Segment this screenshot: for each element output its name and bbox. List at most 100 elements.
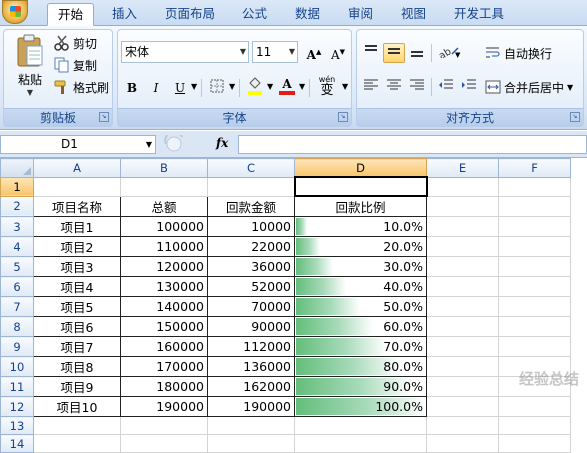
tab-page-layout[interactable]: 页面布局 [155,3,225,26]
cell-c[interactable] [207,434,295,453]
cell-c[interactable]: 52000 [207,276,295,297]
row-header[interactable]: 5 [0,256,34,277]
cell-e[interactable] [426,356,499,377]
cell-a[interactable]: 项目1 [33,216,121,237]
cell-b[interactable] [120,434,208,453]
column-header-e[interactable]: E [426,158,499,178]
increase-indent-button[interactable] [458,77,480,97]
row-header[interactable]: 12 [0,396,34,417]
underline-dropdown-icon[interactable]: ▼ [191,82,197,91]
dialog-launcher-icon[interactable]: ↘ [99,112,109,122]
font-color-button[interactable]: A [276,76,298,96]
cell-d[interactable]: 80.0% [294,356,427,377]
cell-a[interactable]: 项目10 [33,396,121,417]
cell-a[interactable] [33,434,121,453]
align-bottom-button[interactable] [406,43,428,63]
orientation-button[interactable]: ab ▼ [435,43,465,63]
cell-b[interactable] [120,416,208,435]
tab-insert[interactable]: 插入 [102,3,147,26]
cell-d[interactable]: 20.0% [294,236,427,257]
tab-data[interactable]: 数据 [285,3,330,26]
cell-d[interactable]: 40.0% [294,276,427,297]
cut-button[interactable]: 剪切 [54,33,97,53]
cell-f[interactable] [498,416,571,435]
cell-a[interactable]: 项目2 [33,236,121,257]
italic-button[interactable]: I [145,78,167,98]
align-center-button[interactable] [383,77,405,97]
wrap-text-button[interactable]: 自动换行 [485,43,552,63]
cell-b[interactable]: 110000 [120,236,208,257]
cell-a[interactable]: 项目5 [33,296,121,317]
copy-button[interactable]: 复制 [54,55,97,75]
font-name-combo[interactable]: 宋体 ▼ [121,41,249,63]
underline-button[interactable]: U [169,78,191,98]
cell-f[interactable] [498,216,571,237]
format-painter-button[interactable]: 格式刷 [54,77,109,97]
cell-c[interactable]: 190000 [207,396,295,417]
cell-d[interactable] [294,416,427,435]
insert-function-button[interactable]: fx [216,136,228,150]
formula-input[interactable] [238,135,587,154]
tab-view[interactable]: 视图 [391,3,436,26]
borders-dropdown-icon[interactable]: ▼ [229,82,235,91]
cell-f[interactable] [498,396,571,417]
align-middle-button[interactable] [383,43,405,63]
cell-d[interactable]: 100.0% [294,396,427,417]
cell-c[interactable]: 162000 [207,376,295,397]
cell-f[interactable] [498,276,571,297]
cell-b[interactable]: 总额 [120,195,208,217]
name-box[interactable]: D1 ▼ [0,135,156,154]
align-right-button[interactable] [406,77,428,97]
cell-e[interactable] [426,396,499,417]
row-header[interactable]: 6 [0,276,34,297]
cell-b[interactable]: 140000 [120,296,208,317]
row-header[interactable]: 1 [0,176,34,197]
row-header[interactable]: 2 [0,195,34,217]
tab-formulas[interactable]: 公式 [232,3,277,26]
tab-developer[interactable]: 开发工具 [444,3,514,26]
cell-a[interactable]: 项目3 [33,256,121,277]
row-header[interactable]: 13 [0,416,34,435]
shrink-font-button[interactable]: A▼ [327,42,349,62]
cell-c[interactable]: 22000 [207,236,295,257]
cell-f[interactable] [498,296,571,317]
cell-d[interactable]: 90.0% [294,376,427,397]
office-button[interactable] [2,0,28,24]
row-header[interactable]: 11 [0,376,34,397]
cell-e[interactable] [426,416,499,435]
cell-d[interactable]: 60.0% [294,316,427,337]
column-header-d[interactable]: D [294,158,427,178]
cell-a[interactable]: 项目8 [33,356,121,377]
cell-b[interactable]: 170000 [120,356,208,377]
cell-b[interactable]: 180000 [120,376,208,397]
row-header[interactable]: 8 [0,316,34,337]
cell-e[interactable] [426,296,499,317]
cell-d[interactable]: 70.0% [294,336,427,357]
cell-a[interactable]: 项目7 [33,336,121,357]
dialog-launcher-icon[interactable]: ↘ [338,112,348,122]
cell-d[interactable]: 50.0% [294,296,427,317]
tab-home[interactable]: 开始 [47,3,95,26]
cell-a[interactable] [33,176,121,197]
row-header[interactable]: 3 [0,216,34,237]
row-header[interactable]: 4 [0,236,34,257]
cell-e[interactable] [426,336,499,357]
cell-b[interactable] [120,176,208,197]
phonetic-dropdown-icon[interactable]: ▼ [342,82,348,91]
borders-button[interactable] [206,78,228,98]
font-color-dropdown-icon[interactable]: ▼ [299,82,305,91]
row-header[interactable]: 10 [0,356,34,377]
column-header-c[interactable]: C [207,158,295,178]
font-size-combo[interactable]: 11 ▼ [252,41,298,63]
cell-e[interactable] [426,176,499,197]
cell-d[interactable] [294,434,427,453]
column-header-a[interactable]: A [33,158,121,178]
cell-b[interactable]: 120000 [120,256,208,277]
fill-color-button[interactable] [244,76,266,96]
cell-a[interactable]: 项目名称 [33,195,121,217]
cell-e[interactable] [426,195,499,217]
cell-e[interactable] [426,216,499,237]
cell-f[interactable] [498,195,571,217]
select-all-corner[interactable] [0,158,34,178]
fill-color-dropdown-icon[interactable]: ▼ [267,82,273,91]
